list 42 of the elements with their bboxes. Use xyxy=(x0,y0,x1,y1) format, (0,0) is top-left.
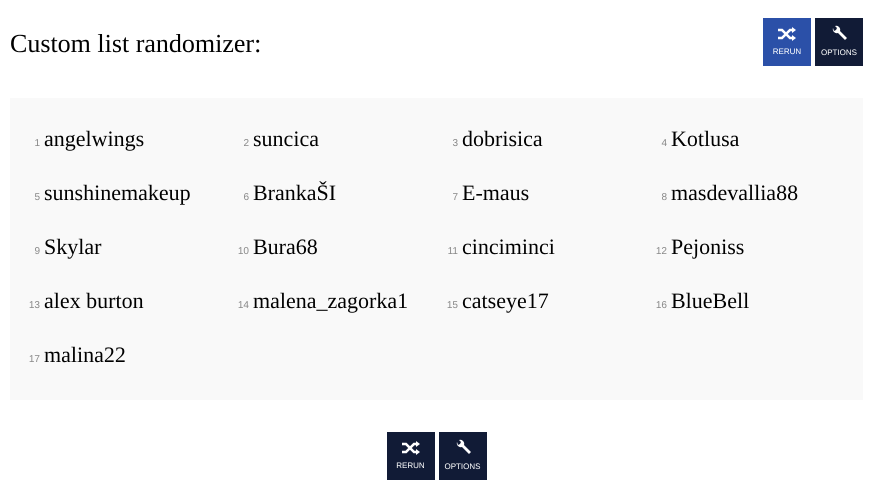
item-name: suncica xyxy=(253,125,319,153)
shuffle-icon xyxy=(400,440,420,456)
item-name: malina22 xyxy=(44,341,126,369)
item-number: 9 xyxy=(33,245,41,259)
item-name: masdevallia88 xyxy=(671,179,798,207)
item-number: 2 xyxy=(242,137,250,151)
item-name: Pejoniss xyxy=(671,233,744,261)
item-name: Skylar xyxy=(44,233,102,261)
item-name: catseye17 xyxy=(462,287,549,315)
item-name: sunshinemakeup xyxy=(44,179,191,207)
item-name: angelwings xyxy=(44,125,144,153)
item-name: malena_zagorka1 xyxy=(253,287,408,315)
item-number: 6 xyxy=(242,191,250,205)
rerun-button[interactable]: RERUN xyxy=(386,432,434,480)
item-name: cinciminci xyxy=(462,233,555,261)
options-button[interactable]: OPTIONS xyxy=(815,18,863,66)
item-name: dobrisica xyxy=(462,125,543,153)
item-name: BlueBell xyxy=(671,287,750,315)
item-number: 7 xyxy=(451,191,459,205)
item-number: 8 xyxy=(660,191,668,205)
wrench-icon xyxy=(830,25,848,43)
shuffle-icon xyxy=(777,26,797,42)
item-name: Bura68 xyxy=(253,233,318,261)
item-name: E-maus xyxy=(462,179,530,207)
item-number: 1 xyxy=(33,137,41,151)
item-number: 14 xyxy=(236,299,250,313)
item-number: 11 xyxy=(446,245,459,259)
item-number: 13 xyxy=(28,299,41,313)
item-number: 17 xyxy=(28,353,41,367)
item-name: Kotlusa xyxy=(671,125,740,153)
rerun-button[interactable]: RERUN xyxy=(763,18,811,66)
item-number: 16 xyxy=(654,299,668,313)
page-title: Custom list randomizer: xyxy=(10,28,262,60)
item-number: 5 xyxy=(33,191,41,205)
item-number: 15 xyxy=(446,299,459,313)
item-number: 3 xyxy=(451,137,459,151)
options-button[interactable]: OPTIONS xyxy=(438,432,486,480)
item-name: BrankaŠI xyxy=(253,179,336,207)
item-number: 4 xyxy=(660,137,668,151)
item-number: 12 xyxy=(654,245,668,259)
item-name: alex burton xyxy=(44,287,144,315)
item-number: 10 xyxy=(236,245,250,259)
